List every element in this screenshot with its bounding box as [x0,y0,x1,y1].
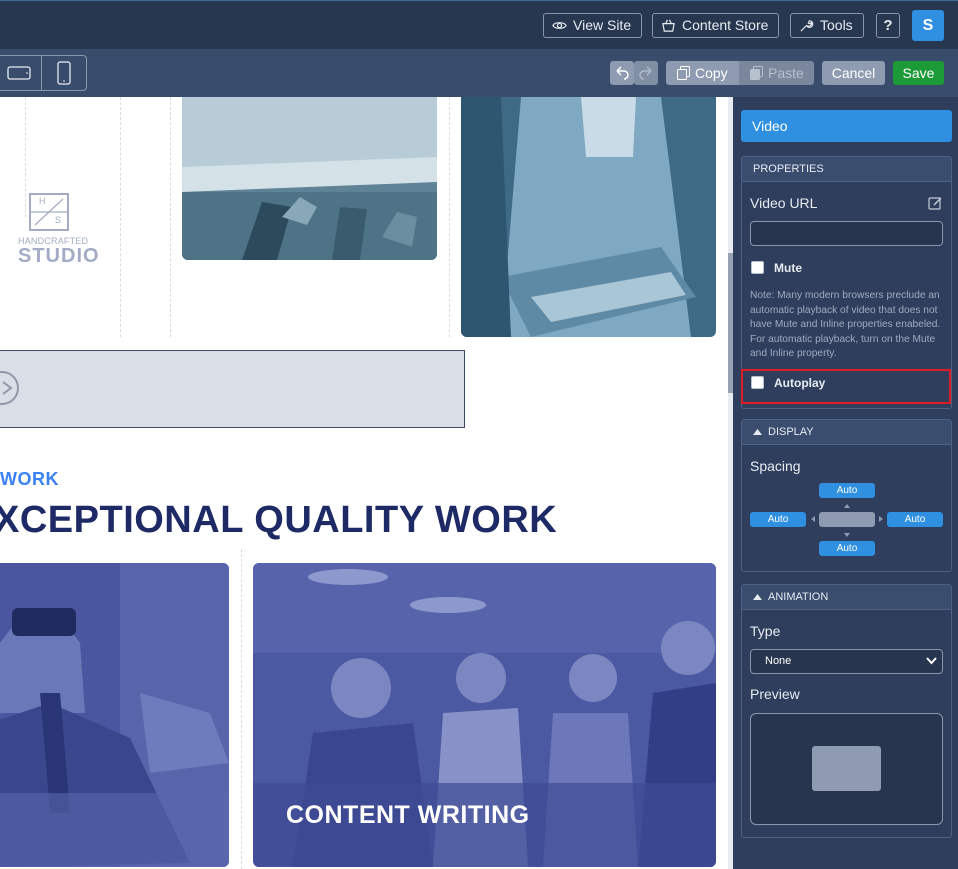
page-canvas: H S HANDCRAFTED STUDIO WORK XCEPTIONAL Q… [0,97,728,869]
card-caption: CONTENT WRITING [286,801,530,829]
animation-type-select[interactable]: None [750,649,943,674]
video-url-label: Video URL [750,195,818,211]
cancel-button[interactable]: Cancel [822,61,885,85]
mute-label: Mute [774,261,802,275]
tablet-landscape-icon [7,66,31,80]
redo-button[interactable] [634,61,658,85]
arrow-up-icon [844,504,850,508]
element-type-tab[interactable]: Video [741,110,952,142]
tools-button[interactable]: Tools [790,13,864,38]
spacing-right[interactable]: Auto [887,512,943,527]
spacing-label: Spacing [750,458,801,474]
animation-header[interactable]: ANIMATION [742,585,951,610]
help-button[interactable]: ? [876,13,900,38]
caret-up-icon [753,594,762,600]
spacing-element-box [819,512,875,527]
top-bar: View Site Content Store Tools ? S [0,0,958,49]
column-guide [170,97,171,337]
column-guide [241,549,242,869]
display-header[interactable]: DISPLAY [742,420,951,445]
handcrafted-studio-logo: H S HANDCRAFTED STUDIO [18,193,99,266]
preview-box [812,746,881,791]
edit-icon[interactable] [928,196,943,211]
video-url-input[interactable] [750,221,943,246]
animation-preview [750,713,943,825]
spacing-top[interactable]: Auto [819,483,875,498]
office-meeting-image[interactable] [182,97,437,260]
content-writing-card[interactable]: CONTENT WRITING [253,563,716,867]
section-kicker: WORK [0,469,59,489]
tablet-landscape-button[interactable] [0,56,42,90]
tools-label: Tools [820,17,853,33]
display-section: DISPLAY Spacing Auto Auto Auto Auto [741,419,952,572]
user-avatar[interactable]: S [912,10,944,41]
paste-icon [750,66,763,80]
animation-section: ANIMATION Type None Preview [741,584,952,838]
mobile-icon [57,61,71,85]
redo-icon [639,66,652,80]
section-headline: XCEPTIONAL QUALITY WORK [0,499,558,541]
eye-icon [552,22,567,29]
undo-button[interactable] [610,61,634,85]
autoplay-highlight [741,369,951,404]
view-site-label: View Site [573,17,632,33]
mute-checkbox[interactable] [751,261,764,274]
caret-up-icon [753,429,762,435]
save-button[interactable]: Save [893,61,944,85]
content-store-button[interactable]: Content Store [652,13,780,38]
autoplay-note: Note: Many modern browsers preclude an a… [750,290,941,359]
copy-icon [677,66,690,80]
mobile-button[interactable] [42,56,86,90]
video-placeholder[interactable] [0,350,465,428]
paste-label: Paste [768,65,804,81]
undo-icon [616,66,629,80]
view-site-button[interactable]: View Site [543,13,643,38]
properties-header: PROPERTIES [742,157,951,182]
copy-button[interactable]: Copy [666,61,739,85]
wrench-icon [800,20,814,32]
vr-headset-image[interactable] [0,563,229,867]
paste-button[interactable]: Paste [739,61,814,85]
spacing-bottom[interactable]: Auto [819,541,875,556]
play-icon[interactable] [0,371,19,405]
content-store-label: Content Store [682,17,769,33]
copy-label: Copy [695,65,728,81]
man-with-laptop-image[interactable] [461,97,716,337]
chevron-down-icon [926,657,937,665]
spacing-left[interactable]: Auto [750,512,806,527]
arrow-down-icon [844,533,850,537]
preview-label: Preview [750,686,800,702]
arrow-left-icon [811,516,815,522]
column-guide [449,97,450,337]
basket-icon [662,19,675,32]
properties-panel: Video PROPERTIES Video URL Mute Note: Ma… [733,97,958,869]
type-label: Type [750,623,781,639]
arrow-right-icon [879,516,883,522]
editor-toolbar: Copy Paste Cancel Save [0,49,958,97]
device-switcher [0,55,87,91]
column-guide [120,97,121,337]
